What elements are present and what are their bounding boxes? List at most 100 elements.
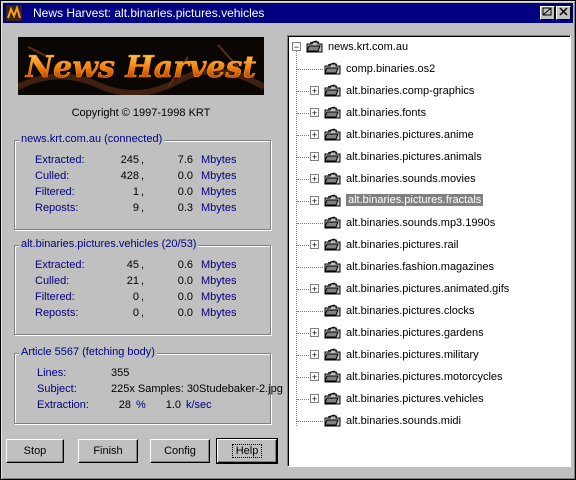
- tree-branch-line: [297, 377, 311, 378]
- tree-item[interactable]: alt.binaries.pictures.clocks: [310, 303, 560, 319]
- stat-size: 0.0: [177, 170, 193, 182]
- newsgroup-folder-icon: [324, 62, 342, 76]
- expand-icon[interactable]: +: [310, 328, 319, 338]
- stat-size: 7.6: [177, 154, 193, 166]
- stat-label: Extracted:: [35, 259, 85, 271]
- newsgroup-group-title: alt.binaries.pictures.vehicles (20/53): [19, 238, 199, 250]
- tree-item[interactable]: + alt.binaries.pictures.animals: [310, 149, 560, 165]
- tree-item[interactable]: alt.binaries.fashion.magazines: [310, 259, 560, 275]
- tree-branch-line: [297, 179, 311, 180]
- stat-separator: ,: [141, 202, 145, 214]
- tree-branch-line: [297, 201, 311, 202]
- tree-item-label: alt.binaries.pictures.animated.gifs: [346, 283, 510, 295]
- tree-item[interactable]: + alt.binaries.comp-graphics: [310, 83, 560, 99]
- article-group: Article 5567 (fetching body) Lines: 355 …: [14, 346, 283, 424]
- stat-size: 0.0: [177, 275, 193, 287]
- stat-label: Culled:: [35, 275, 70, 287]
- tree-item[interactable]: + alt.binaries.pictures.gardens: [310, 325, 560, 341]
- stat-unit: Mbytes: [201, 154, 237, 166]
- tree-item-label: alt.binaries.pictures.vehicles: [346, 393, 484, 405]
- tree-root-label: news.krt.com.au: [328, 41, 409, 53]
- newsgroup-folder-icon: [324, 238, 342, 252]
- server-stat-row: Culled: 428, 0.0 Mbytes: [15, 170, 270, 184]
- close-button[interactable]: [556, 6, 571, 20]
- tree-item[interactable]: alt.binaries.sounds.midi: [310, 413, 560, 429]
- tree-item[interactable]: + alt.binaries.sounds.movies: [310, 171, 560, 187]
- tree-item[interactable]: + alt.binaries.pictures.fractals: [310, 193, 560, 209]
- title-bar[interactable]: News Harvest: alt.binaries.pictures.vehi…: [3, 3, 573, 23]
- tree-item-label: alt.binaries.sounds.mp3.1990s: [346, 217, 496, 229]
- stop-label: Stop: [23, 445, 47, 457]
- tree-item[interactable]: alt.binaries.sounds.mp3.1990s: [310, 215, 560, 231]
- logo-graphic: News Harvest: [18, 37, 264, 95]
- newsgroup-folder-icon: [324, 106, 342, 120]
- stat-separator: ,: [141, 186, 145, 198]
- newsgroup-stat-row: Culled: 21, 0.0 Mbytes: [15, 275, 270, 289]
- tree-connector-line: [296, 50, 297, 426]
- config-button[interactable]: Config: [150, 439, 210, 463]
- extraction-percent: 28: [118, 399, 131, 411]
- expand-icon[interactable]: +: [310, 394, 319, 404]
- expand-icon[interactable]: +: [310, 152, 319, 162]
- stat-count: 1: [132, 186, 139, 198]
- newsgroup-folder-icon: [324, 194, 342, 208]
- tree-item-label: comp.binaries.os2: [346, 63, 436, 75]
- tree-item-label: alt.binaries.fashion.magazines: [346, 261, 494, 273]
- finish-button[interactable]: Finish: [78, 439, 138, 463]
- stat-separator: ,: [141, 307, 145, 319]
- stop-button[interactable]: Stop: [6, 439, 64, 463]
- tree-item[interactable]: + alt.binaries.pictures.rail: [310, 237, 560, 253]
- stat-count: 45: [126, 259, 139, 271]
- help-label: Help: [231, 444, 263, 458]
- tree-item-label: alt.binaries.sounds.movies: [346, 173, 476, 185]
- config-label: Config: [164, 445, 196, 457]
- expand-icon[interactable]: +: [310, 108, 319, 118]
- tree-item-label: alt.binaries.pictures.fractals: [346, 194, 484, 206]
- rate-unit: k/sec: [186, 399, 212, 411]
- subject-row: Subject: 225x Samples: 30Studebaker-2.jp…: [15, 383, 283, 397]
- tree-item-label: alt.binaries.pictures.clocks: [346, 305, 475, 317]
- tree-item[interactable]: + alt.binaries.fonts: [310, 105, 560, 121]
- expand-icon[interactable]: +: [310, 130, 319, 140]
- expand-icon[interactable]: +: [310, 174, 319, 184]
- lines-label: Lines:: [37, 367, 67, 379]
- expand-icon[interactable]: +: [310, 196, 319, 206]
- app-icon[interactable]: [6, 5, 22, 21]
- article-group-title: Article 5567 (fetching body): [19, 346, 157, 358]
- tree-item[interactable]: + alt.binaries.pictures.military: [310, 347, 560, 363]
- server-stat-row: Extracted: 245, 7.6 Mbytes: [15, 154, 270, 168]
- server-icon: [306, 40, 324, 54]
- newsgroup-folder-icon: [324, 84, 342, 98]
- tree-branch-line: [297, 91, 311, 92]
- tree-root[interactable]: − news.krt.com.au: [292, 39, 562, 55]
- tree-item[interactable]: + alt.binaries.pictures.motorcycles: [310, 369, 560, 385]
- newsgroup-folder-icon: [324, 304, 342, 318]
- expand-icon[interactable]: +: [310, 240, 319, 250]
- tree-item[interactable]: + alt.binaries.pictures.anime: [310, 127, 560, 143]
- stat-separator: ,: [141, 275, 145, 287]
- stat-count: 9: [132, 202, 139, 214]
- tree-item-label: alt.binaries.sounds.midi: [346, 415, 461, 427]
- newsgroup-folder-icon: [324, 216, 342, 230]
- newsgroup-tree[interactable]: − news.krt.com.au comp.binaries.os2 + alt.…: [287, 35, 571, 467]
- restore-button[interactable]: [540, 6, 555, 20]
- lines-value: 355: [111, 367, 130, 379]
- newsgroup-stats-group: alt.binaries.pictures.vehicles (20/53) E…: [14, 238, 271, 335]
- tree-item-label: alt.binaries.pictures.gardens: [346, 327, 484, 339]
- stat-count: 245: [120, 154, 139, 166]
- tree-item[interactable]: + alt.binaries.pictures.vehicles: [310, 391, 560, 407]
- stat-unit: Mbytes: [201, 291, 237, 303]
- stat-separator: ,: [141, 154, 145, 166]
- expand-icon[interactable]: +: [310, 372, 319, 382]
- stat-size: 0.0: [177, 291, 193, 303]
- newsgroup-folder-icon: [324, 392, 342, 406]
- tree-item[interactable]: + alt.binaries.pictures.animated.gifs: [310, 281, 560, 297]
- expand-icon[interactable]: +: [310, 350, 319, 360]
- tree-item[interactable]: comp.binaries.os2: [310, 61, 560, 77]
- stat-label: Reposts:: [35, 307, 79, 319]
- expand-icon[interactable]: +: [310, 86, 319, 96]
- newsgroup-folder-icon: [324, 370, 342, 384]
- expand-icon[interactable]: +: [310, 284, 319, 294]
- server-group-title: news.krt.com.au (connected): [19, 133, 165, 145]
- help-button[interactable]: Help: [216, 438, 278, 464]
